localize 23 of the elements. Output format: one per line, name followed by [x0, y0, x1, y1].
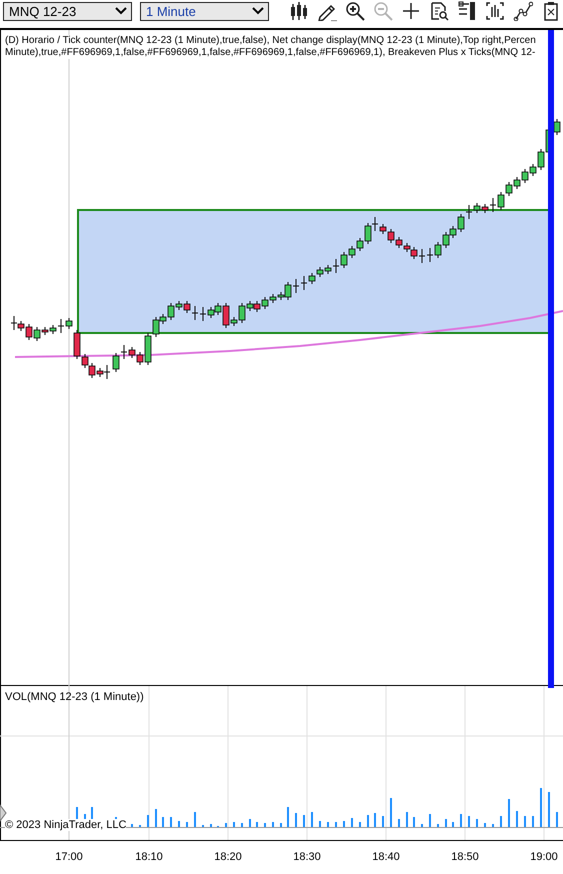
- time-label: 17:00: [54, 851, 84, 863]
- caret-icon: [115, 7, 127, 15]
- time-label: 18:20: [213, 851, 243, 863]
- indicator-text: (D) Horario / Tick counter(MNQ 12-23 (1 Minute),true,false), Net change display(MNQ 12-23 (1 Minute),Top right,Percen: [5, 35, 536, 47]
- indicator-text: Minute),true,#FF696969,1,false,#FF696969,1,false,#FF696969,1,false,#FF696969,1), Breakeven Plus x Ticks(MNQ 12-: [5, 47, 536, 59]
- zoom-in-icon[interactable]: [345, 1, 365, 21]
- marker-icon: [0, 804, 7, 822]
- interval-dropdown[interactable]: 1 Minute: [140, 2, 269, 20]
- copyright-text: © 2023 NinjaTrader, LLC: [5, 819, 126, 831]
- caret-icon: [252, 7, 264, 15]
- instrument-dropdown[interactable]: MNQ 12-23: [3, 2, 132, 20]
- time-label: 18:40: [371, 851, 401, 863]
- panel-icon[interactable]: [457, 1, 477, 21]
- crosshair-icon[interactable]: [401, 1, 421, 21]
- candles-icon[interactable]: [289, 1, 309, 21]
- line-chart-icon[interactable]: [513, 1, 533, 21]
- volume-label: VOL(MNQ 12-23 (1 Minute)): [5, 691, 144, 703]
- document-search-icon[interactable]: [429, 1, 449, 21]
- time-label: 18:10: [134, 851, 164, 863]
- time-label: 18:50: [450, 851, 480, 863]
- bar-chart-icon[interactable]: [485, 1, 505, 21]
- time-label: 18:30: [292, 851, 322, 863]
- time-label: 19:00: [529, 851, 559, 863]
